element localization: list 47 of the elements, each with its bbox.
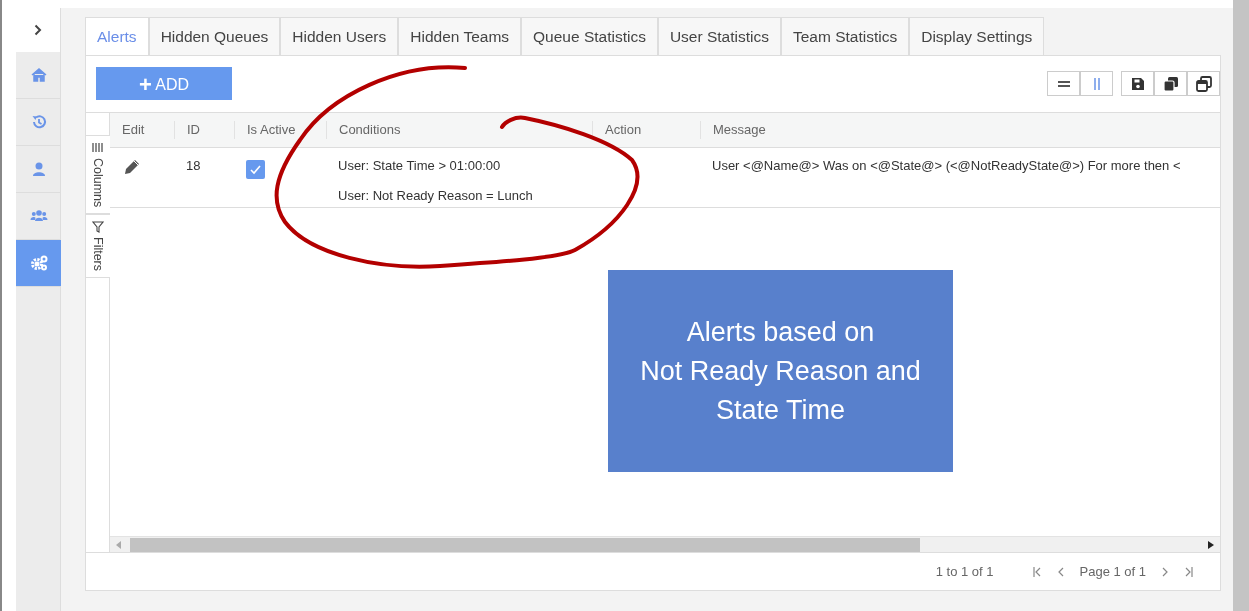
- callout-text: Alerts based on: [686, 315, 875, 349]
- tab[interactable]: Hidden Queues: [148, 17, 281, 55]
- column-header[interactable]: Message: [700, 121, 1220, 139]
- scrollbar[interactable]: [1233, 0, 1249, 611]
- save-button[interactable]: [1121, 71, 1154, 96]
- last-page-icon[interactable]: [1184, 565, 1194, 578]
- settings-icon: [29, 254, 48, 272]
- column-header[interactable]: Edit: [110, 121, 174, 139]
- pagination-summary: 1 to 1 of 1: [935, 562, 994, 581]
- vertical-lines-icon: [1093, 77, 1100, 90]
- column-header[interactable]: Conditions: [326, 121, 592, 139]
- column-header[interactable]: Action: [592, 121, 700, 139]
- tab[interactable]: Display Settings: [909, 17, 1045, 55]
- expand-icon[interactable]: [34, 24, 42, 36]
- first-page-icon[interactable]: [1031, 565, 1042, 578]
- window-button[interactable]: [1187, 71, 1220, 96]
- tab[interactable]: Hidden Users: [280, 17, 399, 55]
- windows-button[interactable]: [1154, 71, 1187, 96]
- window-icon: [1194, 74, 1213, 93]
- columns-icon: [92, 142, 104, 154]
- filters-icon: [92, 221, 104, 234]
- table-cell-text: 18: [185, 157, 202, 175]
- column-header[interactable]: Is Active: [234, 121, 326, 139]
- tab[interactable]: Team Statistics: [781, 17, 910, 55]
- horizontal-scrollbar[interactable]: [110, 536, 1220, 552]
- rows-view-button[interactable]: [1047, 71, 1080, 96]
- page-indicator: Page 1 of 1: [1079, 562, 1146, 581]
- home-icon: [29, 66, 48, 84]
- tab[interactable]: User Statistics: [657, 17, 781, 55]
- condition-text: User: Not Ready Reason = Lunch: [338, 186, 534, 205]
- table-cell: User <@Name@> Was on <@State@> (<@NotReadyState@>) For more then <: [712, 158, 1181, 173]
- scroll-right-icon[interactable]: [1208, 540, 1214, 549]
- callout-text: Not Ready Reason and: [640, 354, 921, 388]
- next-page-icon[interactable]: [1160, 565, 1170, 578]
- scroll-left-icon[interactable]: [116, 540, 122, 549]
- tab[interactable]: Hidden Teams: [398, 17, 522, 55]
- callout-text: State Time: [715, 393, 846, 427]
- filters-panel-tab[interactable]: Filters: [86, 214, 110, 279]
- sidebar-item[interactable]: [16, 240, 61, 287]
- condition-text: User: State Time > 01:00:00: [338, 157, 502, 175]
- checkbox[interactable]: [246, 160, 265, 179]
- tab[interactable]: Queue Statistics: [521, 17, 658, 55]
- check-icon: [249, 163, 262, 176]
- stacked-windows-icon: [1161, 74, 1180, 93]
- column-header[interactable]: ID: [174, 121, 234, 139]
- horizontal-lines-icon: [1057, 80, 1070, 87]
- columns-panel-tab[interactable]: Columns: [86, 135, 110, 215]
